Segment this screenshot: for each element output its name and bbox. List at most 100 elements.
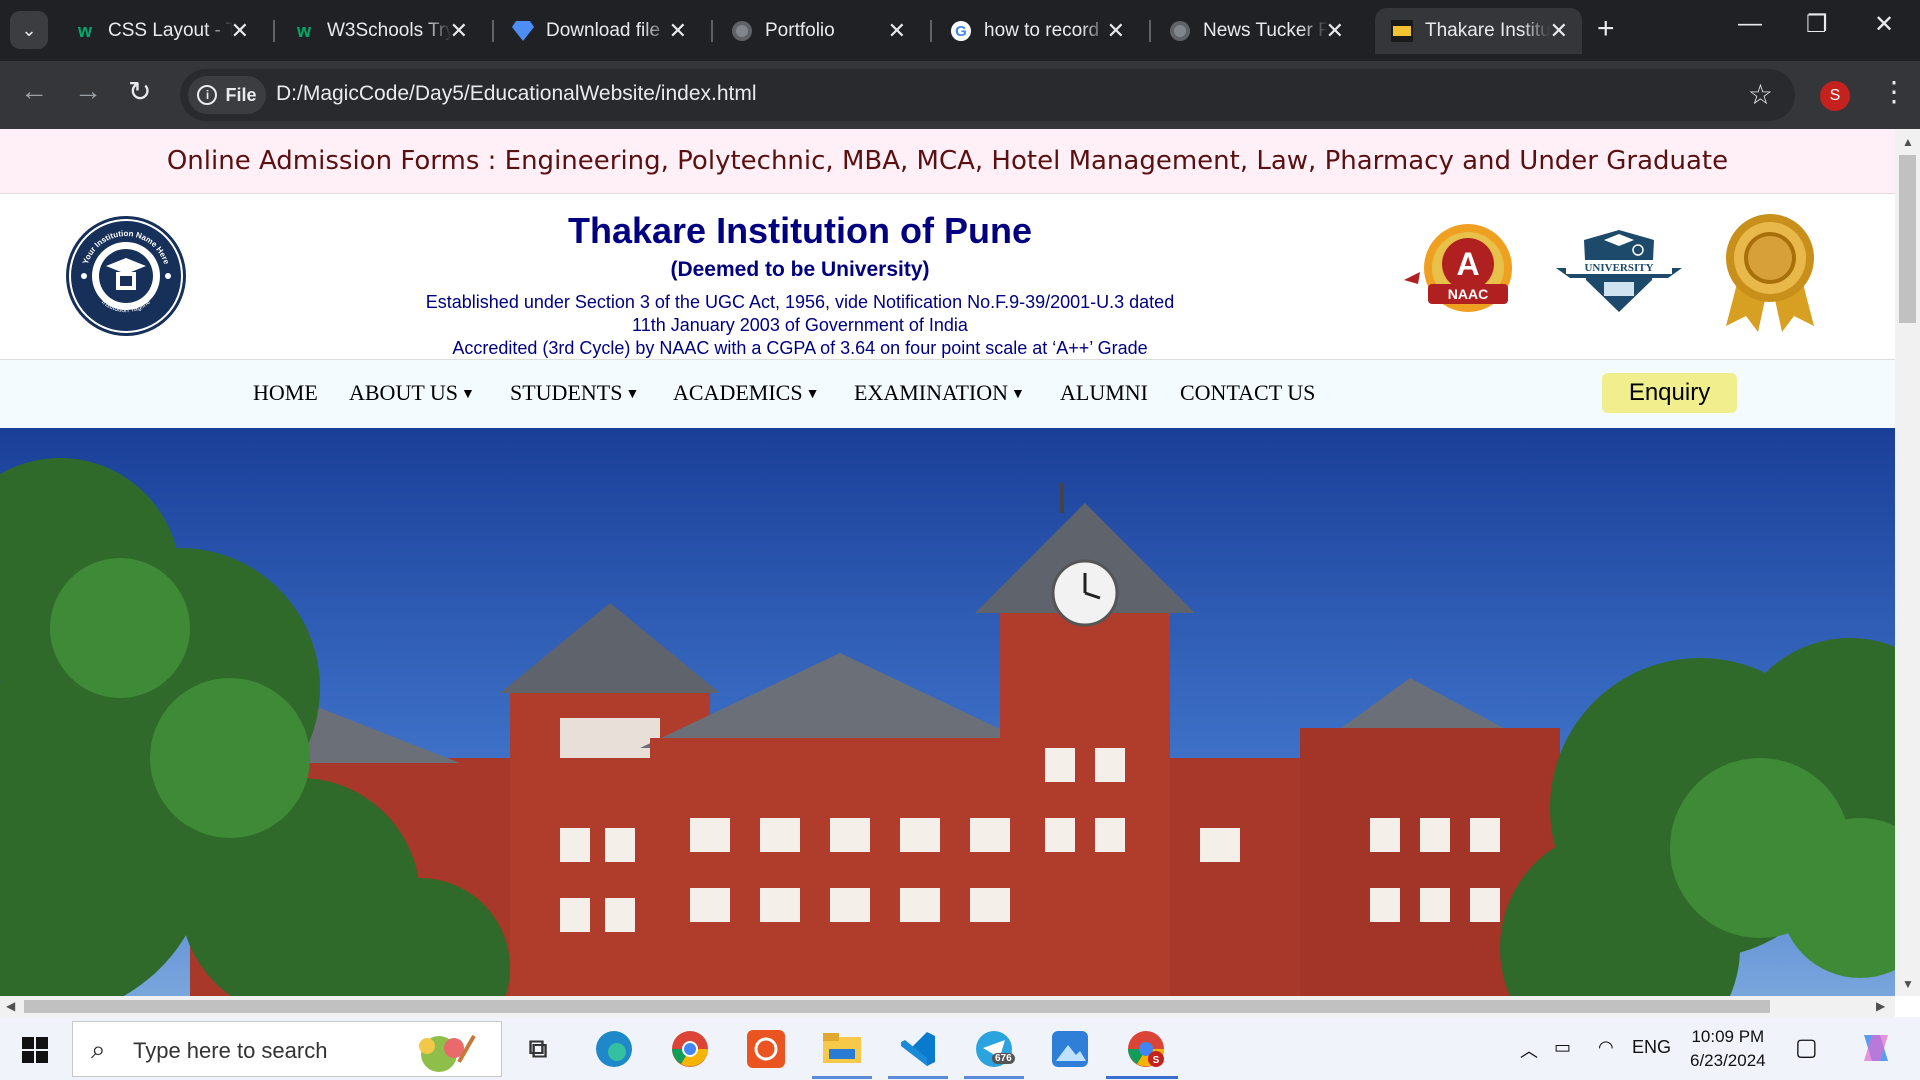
edge-icon[interactable] bbox=[592, 1027, 636, 1071]
tab-portfolio[interactable]: Portfolio ✕ bbox=[715, 8, 920, 54]
menu-contact-us[interactable]: CONTACT US bbox=[1180, 380, 1315, 406]
url-text[interactable]: D:/MagicCode/Day5/EducationalWebsite/ind… bbox=[276, 82, 757, 106]
task-view-icon[interactable]: ⧉ bbox=[516, 1027, 560, 1071]
enquiry-button[interactable]: Enquiry bbox=[1602, 373, 1737, 413]
naac-grade-letter: A bbox=[1456, 246, 1479, 282]
scroll-right-arrow-icon[interactable]: ▶ bbox=[1876, 999, 1885, 1013]
vertical-scroll-thumb[interactable] bbox=[1899, 155, 1916, 323]
university-label: UNIVERSITY bbox=[1584, 262, 1653, 274]
tab-title: Portfolio bbox=[765, 20, 835, 41]
chrome-profile-icon[interactable]: S bbox=[1124, 1027, 1168, 1071]
menu-alumni-label: ALUMNI bbox=[1060, 380, 1148, 405]
back-arrow-icon[interactable]: ← bbox=[20, 75, 48, 107]
scroll-down-arrow-icon[interactable]: ▼ bbox=[1902, 977, 1914, 991]
tab-title: Thakare Institu bbox=[1425, 20, 1550, 41]
establishment-line: Established under Section 3 of the UGC A… bbox=[425, 292, 1175, 312]
admission-banner-text[interactable]: Online Admission Forms : Engineering, Po… bbox=[167, 146, 1728, 176]
close-icon[interactable]: ✕ bbox=[1107, 18, 1125, 44]
google-icon: G bbox=[950, 20, 972, 42]
address-bar[interactable]: i File D:/MagicCode/Day5/EducationalWebs… bbox=[180, 69, 1795, 121]
campus-building-illustration bbox=[0, 428, 1895, 996]
tab-title: how to record bbox=[984, 20, 1100, 41]
caret-down-icon: ▼ bbox=[625, 387, 640, 402]
page-viewport: Online Admission Forms : Engineering, Po… bbox=[0, 129, 1895, 996]
wifi-icon[interactable]: ◠ bbox=[1598, 1037, 1614, 1058]
admission-banner[interactable]: Online Admission Forms : Engineering, Po… bbox=[0, 129, 1895, 194]
tab-title: News Tucker F bbox=[1203, 20, 1328, 41]
menu-about-us-label: ABOUT US bbox=[349, 380, 459, 405]
close-icon[interactable]: ✕ bbox=[669, 18, 687, 44]
menu-academics-label: ACADEMICS bbox=[673, 380, 803, 405]
menu-home[interactable]: HOME bbox=[253, 380, 318, 406]
tab-title: Download file bbox=[546, 20, 661, 41]
site-info-chip[interactable]: i File bbox=[188, 76, 266, 114]
horizontal-scroll-thumb[interactable] bbox=[24, 1000, 1770, 1013]
tab-separator bbox=[1149, 20, 1151, 42]
telegram-running-indicator bbox=[964, 1076, 1024, 1079]
menu-examination[interactable]: EXAMINATION ▼ bbox=[854, 380, 1025, 406]
close-icon[interactable]: ✕ bbox=[888, 18, 906, 44]
vscode-icon[interactable] bbox=[896, 1027, 940, 1071]
reload-icon[interactable]: ↻ bbox=[128, 75, 151, 108]
globe-icon bbox=[1169, 20, 1191, 42]
windows-start-icon[interactable] bbox=[22, 1037, 48, 1063]
telegram-icon[interactable]: 676 bbox=[972, 1027, 1016, 1071]
tab-search-button[interactable]: ⌄ bbox=[10, 11, 48, 49]
menu-home-label: HOME bbox=[253, 380, 318, 405]
menu-students-label: STUDENTS bbox=[510, 380, 623, 405]
tab-title: CSS Layout - The bbox=[108, 20, 233, 41]
tab-news-tucker[interactable]: News Tucker F ✕ bbox=[1153, 8, 1358, 54]
horizontal-scrollbar[interactable]: ◀ ▶ bbox=[0, 996, 1895, 1017]
copilot-icon[interactable] bbox=[1858, 1031, 1894, 1065]
chrome-profile-badge: S bbox=[1153, 1055, 1160, 1066]
naac-badge: A NAAC bbox=[1404, 224, 1512, 312]
institution-subtitle: (Deemed to be University) bbox=[670, 258, 930, 281]
new-tab-button[interactable]: + bbox=[1597, 12, 1615, 46]
window-close-icon[interactable]: ✕ bbox=[1874, 10, 1894, 39]
scroll-left-arrow-icon[interactable]: ◀ bbox=[6, 999, 15, 1013]
tab-w3schools-tryit[interactable]: w W3Schools Tryit ✕ bbox=[277, 8, 482, 54]
photos-icon[interactable] bbox=[1048, 1027, 1092, 1071]
battery-icon[interactable]: ▭ bbox=[1554, 1037, 1571, 1058]
menu-academics[interactable]: ACADEMICS ▼ bbox=[673, 380, 819, 406]
tab-thakare-institution[interactable]: Thakare Institu ✕ bbox=[1375, 8, 1582, 54]
caret-down-icon: ▼ bbox=[461, 387, 475, 402]
university-shield-logo: UNIVERSITY bbox=[1556, 230, 1682, 312]
menu-students[interactable]: STUDENTS ▼ bbox=[510, 380, 639, 406]
language-indicator[interactable]: ENG bbox=[1632, 1037, 1671, 1058]
system-clock[interactable]: 10:09 PM 6/23/2024 bbox=[1690, 1025, 1766, 1073]
file-explorer-icon[interactable] bbox=[820, 1027, 864, 1071]
profile-avatar[interactable]: S bbox=[1820, 81, 1850, 111]
close-icon[interactable]: ✕ bbox=[231, 18, 249, 44]
close-icon[interactable]: ✕ bbox=[450, 18, 468, 44]
notification-icon[interactable]: ▢ bbox=[1795, 1033, 1818, 1062]
caret-down-icon: ▼ bbox=[1010, 387, 1025, 402]
close-icon[interactable]: ✕ bbox=[1326, 18, 1344, 44]
minimize-icon[interactable]: — bbox=[1738, 10, 1762, 38]
ubuntu-icon[interactable] bbox=[744, 1027, 788, 1071]
naac-label: NAAC bbox=[1448, 286, 1488, 302]
chrome-icon[interactable] bbox=[668, 1027, 712, 1071]
tab-css-layout[interactable]: w CSS Layout - The ✕ bbox=[58, 8, 263, 54]
search-placeholder: Type here to search bbox=[133, 1038, 328, 1063]
menu-kebab-icon[interactable]: ⋮ bbox=[1880, 75, 1908, 108]
tab-download-file[interactable]: Download file ✕ bbox=[496, 8, 701, 54]
tab-separator bbox=[273, 20, 275, 42]
close-icon[interactable]: ✕ bbox=[1550, 18, 1568, 44]
restore-icon[interactable]: ❐ bbox=[1806, 10, 1828, 39]
profile-initial: S bbox=[1829, 87, 1841, 104]
tab-how-to-record[interactable]: G how to record ✕ bbox=[934, 8, 1139, 54]
menu-alumni[interactable]: ALUMNI bbox=[1060, 380, 1148, 406]
vertical-scrollbar[interactable]: ▲ ▼ bbox=[1895, 129, 1920, 996]
menu-about-us[interactable]: ABOUT US ▼ bbox=[349, 380, 475, 406]
menu-contact-us-label: CONTACT US bbox=[1180, 380, 1316, 405]
browser-toolbar: ← → ↻ i File D:/MagicCode/Day5/Education… bbox=[0, 61, 1920, 129]
show-hidden-icons-chevron-icon[interactable]: ︿ bbox=[1520, 1037, 1538, 1063]
forward-arrow-icon[interactable]: → bbox=[74, 75, 102, 107]
search-icon: ⌕ bbox=[91, 1034, 106, 1064]
bookmark-star-icon[interactable]: ☆ bbox=[1748, 78, 1773, 111]
w3schools-icon: w bbox=[296, 20, 311, 41]
scroll-up-arrow-icon[interactable]: ▲ bbox=[1902, 135, 1914, 149]
taskbar-search-box[interactable]: ⌕ Type here to search bbox=[72, 1021, 502, 1077]
site-header: Your Institution Name Here Institution T… bbox=[0, 194, 1895, 360]
